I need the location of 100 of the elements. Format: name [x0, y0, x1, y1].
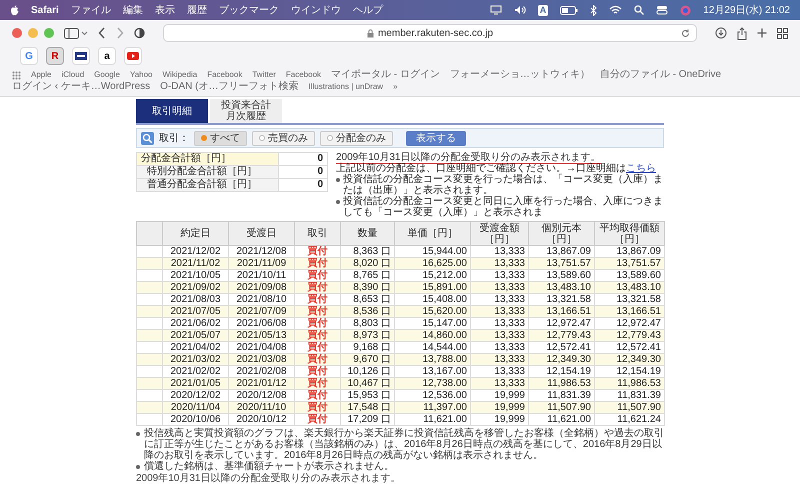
table-cell: 買付: [294, 282, 340, 294]
bookmark-link[interactable]: Yahoo: [130, 69, 152, 81]
privacy-shield-icon[interactable]: [134, 27, 145, 39]
summary-label: 特別分配金合計額［円］: [136, 166, 278, 178]
grid-icon[interactable]: [12, 70, 21, 80]
menu-item[interactable]: ウインドウ: [290, 3, 341, 17]
tab[interactable]: 取引明細: [136, 99, 208, 123]
table-cell: [136, 330, 162, 342]
menu-item[interactable]: ブックマーク: [218, 3, 279, 17]
summary-value: 0: [278, 152, 328, 166]
menu-item[interactable]: 履歴: [186, 3, 207, 17]
bookmark-link[interactable]: iCloud: [61, 69, 84, 81]
bookmark-link[interactable]: Google: [94, 69, 120, 81]
battery-icon[interactable]: [560, 6, 578, 14]
input-source-icon[interactable]: A: [538, 4, 548, 16]
bullet-icon: [336, 178, 340, 182]
menu-item[interactable]: ヘルプ: [352, 3, 383, 17]
bookmark-link[interactable]: Apple: [31, 69, 52, 81]
tab-grid-icon[interactable]: [777, 28, 788, 38]
bookmark-link[interactable]: 自分のファイル - OneDrive: [600, 69, 722, 81]
bookmark-link[interactable]: Illustrations | unDraw: [308, 81, 384, 93]
bookmark-link[interactable]: O-DAN (オ…フリーフォト検索: [160, 81, 299, 93]
table-cell: 10,467 口: [340, 378, 394, 390]
bluetooth-icon[interactable]: [590, 4, 598, 16]
table-cell: 13,483.10: [594, 282, 664, 294]
share-icon[interactable]: [737, 26, 747, 40]
menu-item[interactable]: Safari: [31, 4, 59, 16]
table-cell: 2021/11/09: [228, 258, 294, 270]
table-cell: 12,779.43: [528, 330, 594, 342]
bookmark-link[interactable]: »: [393, 81, 398, 93]
bookmark-link[interactable]: マイポータル - ログイン: [331, 69, 440, 81]
bookmark-link[interactable]: フォーメーショ…ットウィキ）: [450, 69, 590, 81]
table-cell: [136, 354, 162, 366]
table-cell: 13,788.00: [394, 354, 470, 366]
menu-item[interactable]: ファイル: [70, 3, 111, 17]
show-button[interactable]: 表示する: [406, 130, 466, 146]
tab[interactable]: 投資来合計 月次履歴: [210, 99, 282, 123]
summary-value: 0: [278, 178, 328, 192]
table-cell: 2021/07/05: [162, 306, 228, 318]
address-bar[interactable]: member.rakuten-sec.co.jp: [163, 24, 697, 42]
table-cell: 12,349.30: [528, 354, 594, 366]
bank-logo-icon: [75, 52, 87, 60]
table-cell: 13,483.10: [528, 282, 594, 294]
wifi-icon[interactable]: [609, 5, 622, 15]
table-cell: 11,621.00: [528, 414, 594, 426]
table-cell: [136, 282, 162, 294]
table-cell: 19,999: [470, 402, 528, 414]
table-cell: 買付: [294, 402, 340, 414]
table-cell: 買付: [294, 378, 340, 390]
radio-option[interactable]: 分配金のみ: [320, 130, 393, 146]
toggles-icon[interactable]: [656, 5, 668, 15]
table-cell: 2020/10/06: [162, 414, 228, 426]
column-header: 取引: [294, 222, 340, 246]
favorite-tile[interactable]: [124, 47, 142, 65]
bookmark-link[interactable]: Wikipedia: [162, 69, 198, 81]
account-statement-link[interactable]: こちら: [626, 163, 656, 174]
table-cell: 13,166.51: [594, 306, 664, 318]
table-cell: 8,390 口: [340, 282, 394, 294]
footnote-text: 投信残高と実質投資額のグラフは、楽天銀行から楽天証券に投資信託残高を移管したお客様（全銘柄）や過去の取引に訂正等が生じたことがあるお客様（当該銘柄のみ）は、2016年8月26日時点の残高を基にして、2016年8月29日以降のお取引を表示しています。2016年8月26日時点の残高がない銘柄は表示されません。: [144, 428, 664, 461]
speaker-icon[interactable]: [514, 5, 526, 15]
info-text: 上記以前の分配金は、口座明細でご確認ください。→口座明細はこちら: [336, 163, 657, 174]
table-cell: [136, 402, 162, 414]
table-cell: [136, 414, 162, 426]
favorite-tile[interactable]: R: [46, 47, 64, 65]
table-cell: 買付: [294, 306, 340, 318]
menu-item[interactable]: 表示: [154, 3, 175, 17]
bookmark-link[interactable]: Twitter: [252, 69, 276, 81]
plus-icon[interactable]: [757, 28, 767, 38]
apple-logo-icon[interactable]: [10, 4, 19, 16]
favorite-tile[interactable]: [72, 47, 90, 65]
close-button[interactable]: [12, 28, 22, 38]
table-cell: 2021/05/07: [162, 330, 228, 342]
download-icon[interactable]: [715, 27, 727, 39]
footnote-text: 償還した銘柄は、基準価額チャートが表示されません。: [144, 461, 394, 472]
table-cell: 8,973 口: [340, 330, 394, 342]
column-header: 受渡日: [228, 222, 294, 246]
table-cell: [136, 306, 162, 318]
bookmark-link[interactable]: Facebook: [207, 69, 242, 81]
table-cell: 15,891.00: [394, 282, 470, 294]
table-cell: 11,986.53: [528, 378, 594, 390]
column-header: 平均取得価額［円］: [594, 222, 664, 246]
table-cell: 2021/05/13: [228, 330, 294, 342]
search-icon[interactable]: [634, 5, 644, 15]
table-cell: 2021/01/12: [228, 378, 294, 390]
radio-option[interactable]: すべて: [194, 130, 247, 146]
reload-icon[interactable]: [681, 29, 690, 38]
display-icon[interactable]: [490, 5, 502, 15]
bookmark-link[interactable]: ログイン ‹ ケーキ…WordPress: [12, 81, 150, 93]
favorite-tile[interactable]: a: [98, 47, 116, 65]
bookmark-link[interactable]: Facebook: [286, 69, 322, 81]
back-icon[interactable]: [98, 27, 106, 39]
menu-item[interactable]: 編集: [122, 3, 143, 17]
search-icon: [141, 132, 154, 144]
table-cell: 13,333: [470, 354, 528, 366]
favorite-tile[interactable]: G: [20, 47, 38, 65]
table-cell: 13,333: [470, 306, 528, 318]
table-cell: 19,999: [470, 414, 528, 426]
sidebar-icon[interactable]: [64, 27, 88, 39]
column-header: 数量: [340, 222, 394, 246]
radio-option[interactable]: 売買のみ: [252, 130, 315, 146]
